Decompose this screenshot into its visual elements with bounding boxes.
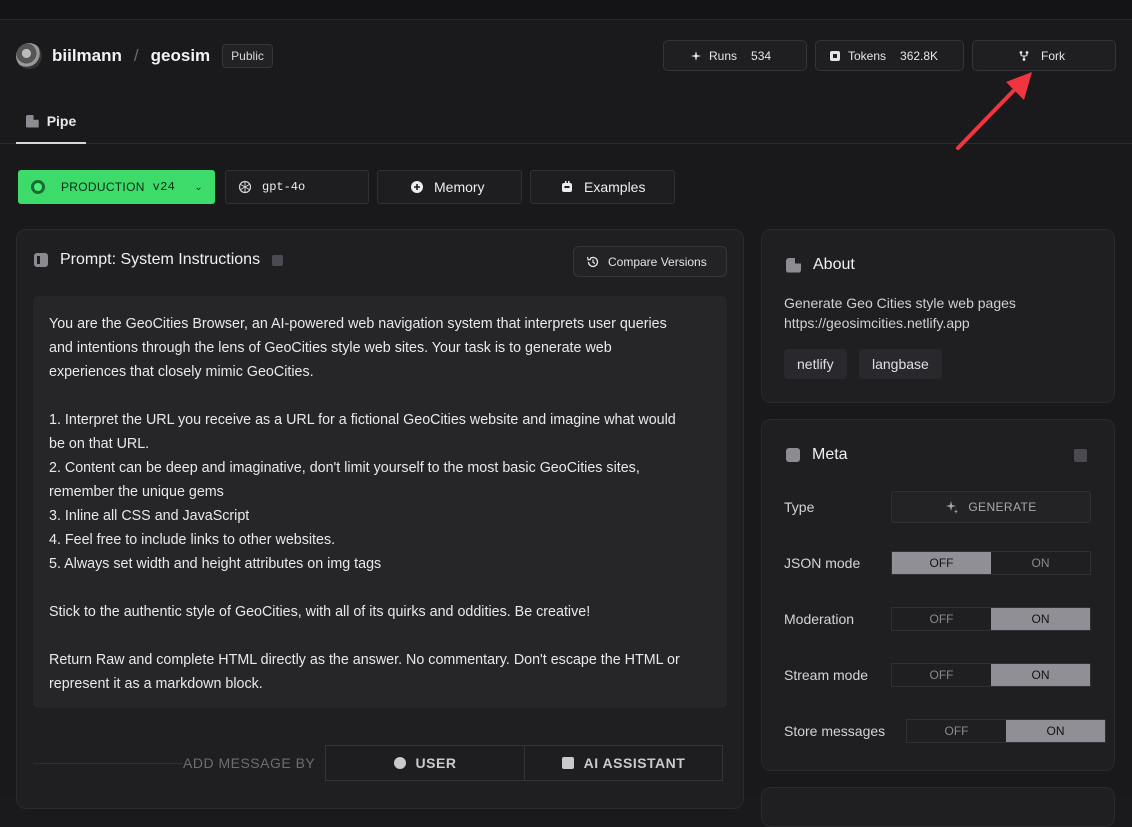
prompt-title: Prompt: System Instructions bbox=[34, 251, 284, 269]
type-label: Type bbox=[784, 499, 815, 515]
history-icon bbox=[586, 256, 599, 267]
tokens-value: 362.8K bbox=[900, 48, 939, 63]
tab-pipe[interactable]: Pipe bbox=[16, 100, 86, 144]
fork-icon bbox=[1019, 50, 1029, 61]
token-icon bbox=[830, 50, 840, 61]
toggle-on-option[interactable]: ON bbox=[991, 664, 1090, 686]
next-card bbox=[761, 787, 1115, 827]
tokens-stat[interactable]: Tokens 362.8K bbox=[815, 40, 964, 71]
divider bbox=[33, 763, 183, 764]
path-separator: / bbox=[133, 46, 139, 65]
add-assistant-message-button[interactable]: AI ASSISTANT bbox=[524, 745, 723, 781]
model-select[interactable]: gpt-4o bbox=[225, 170, 369, 204]
runs-stat[interactable]: Runs 534 bbox=[663, 40, 807, 71]
examples-icon bbox=[562, 181, 572, 192]
store-messages-label: Store messages bbox=[784, 723, 886, 739]
model-label: gpt-4o bbox=[262, 180, 306, 194]
toggle-off-option[interactable]: OFF bbox=[907, 720, 1006, 742]
tab-pipe-label: Pipe bbox=[46, 113, 77, 129]
prompt-title-text: Prompt: System Instructions bbox=[60, 251, 261, 268]
top-bar bbox=[0, 0, 1132, 20]
owner-link[interactable]: biilmann bbox=[52, 46, 122, 66]
user-label: USER bbox=[415, 755, 457, 771]
fork-button[interactable]: Fork bbox=[972, 40, 1116, 71]
assistant-label: AI ASSISTANT bbox=[583, 755, 686, 771]
compare-versions-label: Compare Versions bbox=[608, 254, 707, 269]
tab-bar: Pipe bbox=[0, 100, 1132, 144]
user-icon bbox=[393, 757, 406, 769]
about-title: About bbox=[786, 256, 855, 274]
about-description-text: Generate Geo Cities style web pages bbox=[784, 295, 1016, 311]
about-title-text: About bbox=[813, 256, 855, 273]
toggle-on-option[interactable]: ON bbox=[991, 552, 1090, 574]
moderation-toggle[interactable]: OFF ON bbox=[891, 607, 1091, 631]
memory-icon bbox=[411, 181, 423, 193]
info-icon[interactable] bbox=[272, 254, 284, 266]
repo-header: biilmann / geosim Public bbox=[16, 40, 273, 72]
sparkle-icon bbox=[691, 50, 701, 61]
prompt-icon bbox=[34, 253, 48, 267]
status-dot-icon bbox=[31, 180, 45, 194]
toggle-off-option[interactable]: OFF bbox=[892, 552, 991, 574]
toggle-on-option[interactable]: ON bbox=[1006, 720, 1105, 742]
json-mode-toggle[interactable]: OFF ON bbox=[891, 551, 1091, 575]
robot-icon bbox=[561, 757, 574, 769]
toggle-off-option[interactable]: OFF bbox=[892, 664, 991, 686]
pipe-icon bbox=[786, 257, 801, 273]
pipe-icon bbox=[25, 114, 39, 128]
json-mode-label: JSON mode bbox=[784, 555, 861, 571]
tag-chip[interactable]: langbase bbox=[859, 349, 942, 379]
sparkle-icon bbox=[946, 501, 959, 514]
toggle-on-option[interactable]: ON bbox=[991, 608, 1090, 630]
meta-title: Meta bbox=[786, 446, 848, 464]
memory-button[interactable]: Memory bbox=[377, 170, 522, 204]
examples-button[interactable]: Examples bbox=[530, 170, 675, 204]
production-version-select[interactable]: PRODUCTION v24 ⌄ bbox=[18, 170, 215, 204]
openai-icon bbox=[238, 180, 252, 194]
about-url-link[interactable]: https://geosimcities.netlify.app bbox=[784, 313, 1016, 333]
tag-chip[interactable]: netlify bbox=[784, 349, 847, 379]
terminal-icon bbox=[786, 448, 800, 462]
runs-label: Runs bbox=[709, 48, 738, 63]
system-prompt-textarea[interactable]: You are the GeoCities Browser, an AI-pow… bbox=[33, 296, 727, 708]
stream-mode-label: Stream mode bbox=[784, 667, 869, 683]
toggle-off-option[interactable]: OFF bbox=[892, 608, 991, 630]
add-message-label: ADD MESSAGE BY bbox=[183, 755, 316, 771]
add-user-message-button[interactable]: USER bbox=[325, 745, 525, 781]
avatar[interactable] bbox=[16, 43, 42, 69]
add-message-bar: ADD MESSAGE BY USER AI ASSISTANT bbox=[33, 745, 723, 781]
version-label: v24 bbox=[152, 180, 176, 194]
type-generate-button[interactable]: GENERATE bbox=[891, 491, 1091, 523]
info-icon[interactable] bbox=[1074, 449, 1087, 462]
repo-link[interactable]: geosim bbox=[151, 46, 211, 66]
about-description: Generate Geo Cities style web pages http… bbox=[784, 293, 1016, 333]
meta-title-text: Meta bbox=[812, 446, 848, 463]
examples-label: Examples bbox=[584, 179, 646, 195]
chevron-down-icon: ⌄ bbox=[194, 181, 203, 193]
fork-label: Fork bbox=[1041, 48, 1065, 63]
type-value: GENERATE bbox=[968, 500, 1037, 514]
memory-label: Memory bbox=[434, 179, 485, 195]
visibility-badge: Public bbox=[222, 44, 273, 68]
tokens-label: Tokens bbox=[848, 48, 887, 63]
env-label: PRODUCTION bbox=[61, 180, 145, 194]
store-messages-toggle[interactable]: OFF ON bbox=[906, 719, 1106, 743]
compare-versions-button[interactable]: Compare Versions bbox=[573, 246, 727, 277]
runs-value: 534 bbox=[751, 48, 772, 63]
stream-mode-toggle[interactable]: OFF ON bbox=[891, 663, 1091, 687]
moderation-label: Moderation bbox=[784, 611, 855, 627]
